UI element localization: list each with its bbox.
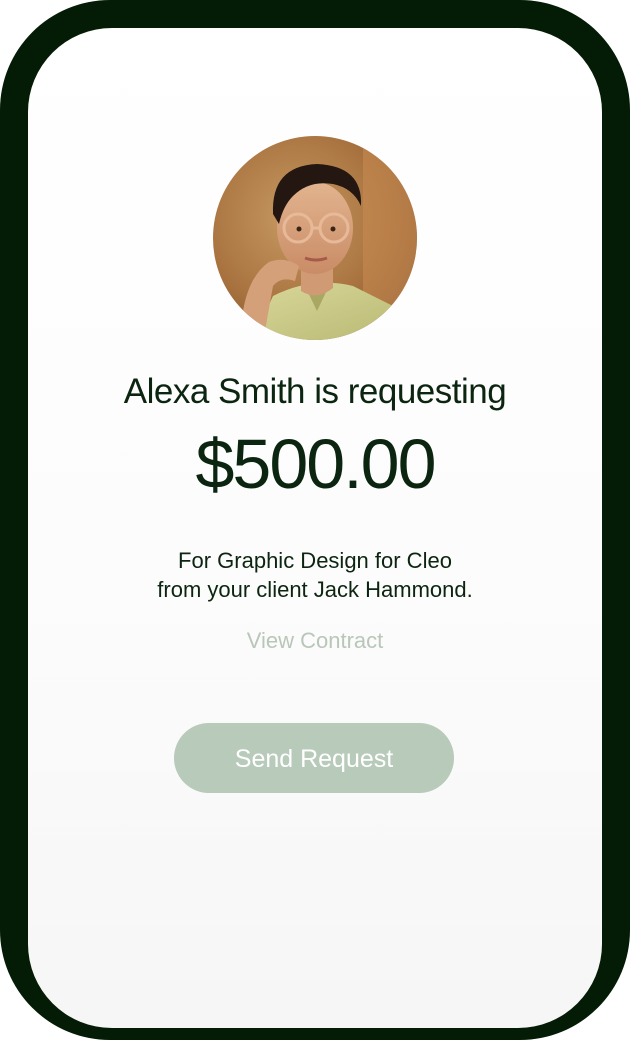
request-amount: $500.00 xyxy=(195,425,436,503)
view-contract-link[interactable]: View Contract xyxy=(28,628,602,654)
description-line-1: For Graphic Design for Cleo xyxy=(178,548,452,573)
avatar-image xyxy=(213,136,417,340)
request-description: For Graphic Design for Cleo from your cl… xyxy=(28,546,602,604)
phone-frame: Alexa Smith is requesting $500.00 For Gr… xyxy=(0,0,630,1040)
description-line-2: from your client Jack Hammond. xyxy=(157,577,473,602)
phone-screen: Alexa Smith is requesting $500.00 For Gr… xyxy=(28,28,602,1028)
send-request-button[interactable]: Send Request xyxy=(174,723,454,793)
requester-line: Alexa Smith is requesting xyxy=(123,372,507,411)
avatar xyxy=(213,136,417,340)
